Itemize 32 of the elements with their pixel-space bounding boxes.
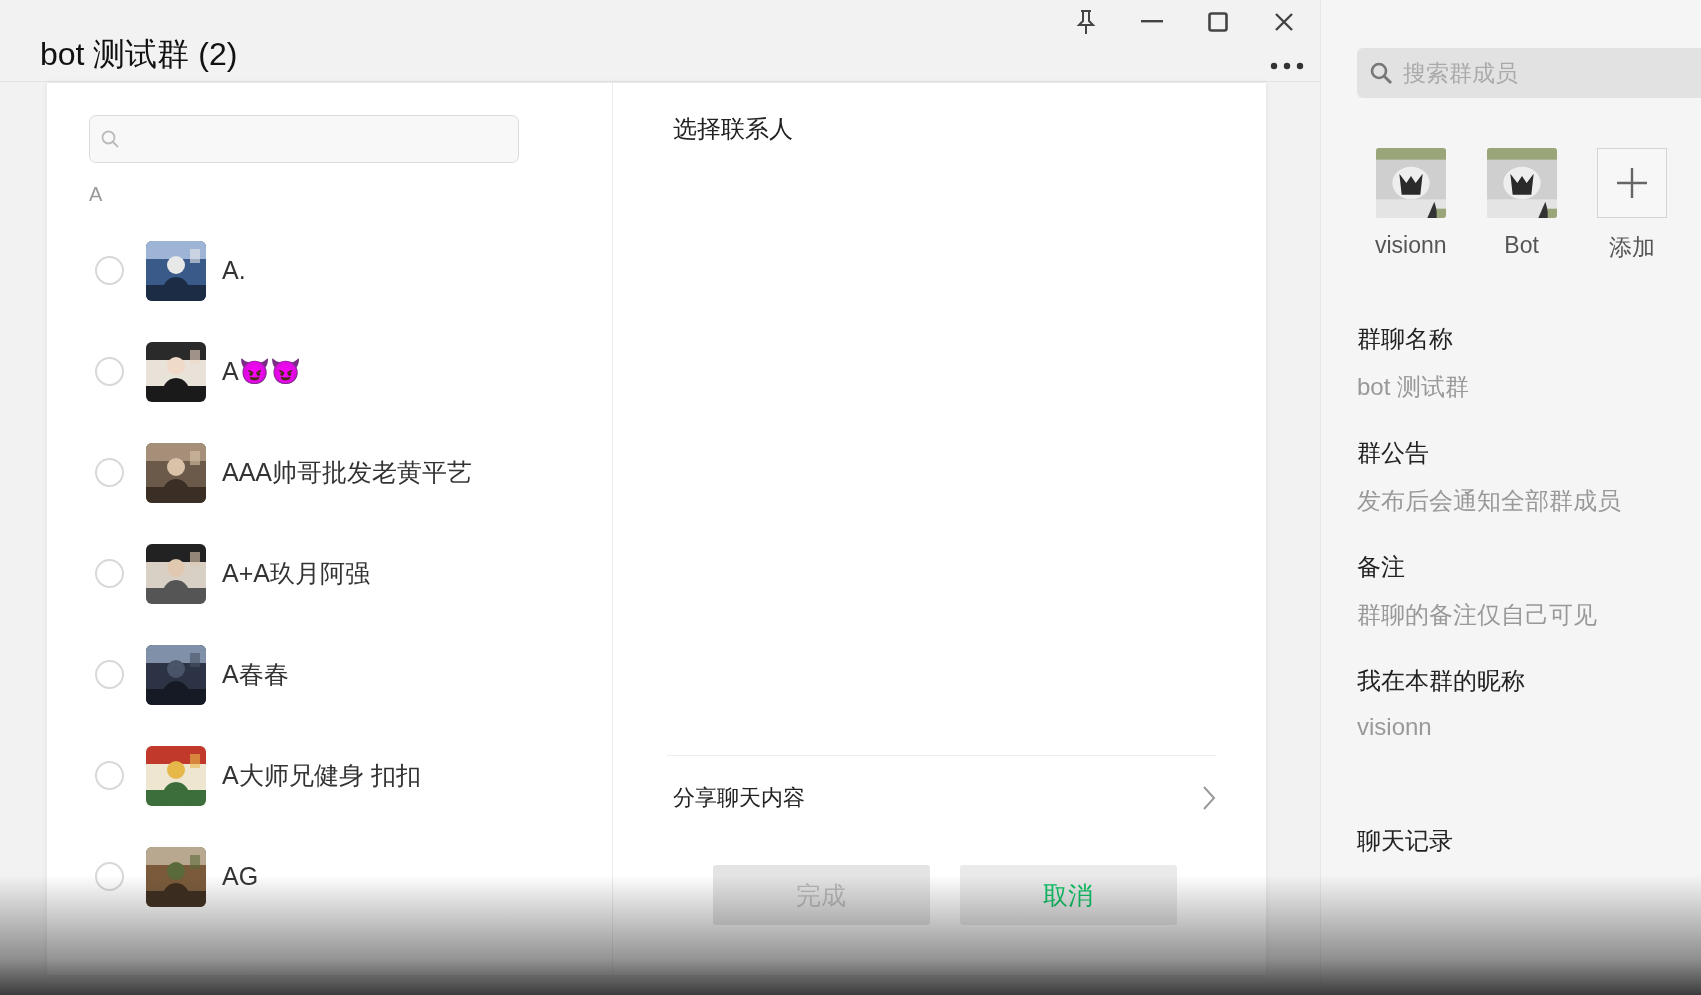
radio-button[interactable] (95, 862, 124, 891)
search-field[interactable] (89, 115, 519, 163)
chevron-right-icon (1202, 784, 1216, 811)
member-name: visionn (1375, 232, 1447, 259)
plus-icon (1614, 166, 1649, 200)
add-label: 添加 (1608, 233, 1655, 262)
member-name: Bot (1504, 232, 1539, 259)
field-label: 聊天记录 (1357, 826, 1454, 856)
contact-name[interactable]: AAA帅哥批发老黄平艺 (222, 456, 473, 489)
field-label: 群公告 (1357, 438, 1430, 468)
radio-button[interactable] (95, 458, 124, 487)
window-title: bot 测试群 (2) (40, 35, 238, 74)
radio-button[interactable] (95, 761, 124, 790)
contact-name[interactable]: A大师兄健身 扣扣 (222, 759, 421, 792)
search-field[interactable]: 搜索群成员 (1357, 48, 1701, 98)
radio-button[interactable] (95, 256, 124, 285)
more-icon[interactable] (1270, 62, 1304, 70)
panel-heading: 选择联系人 (673, 114, 794, 144)
contact-name[interactable]: A😈😈 (222, 357, 301, 386)
contact-name[interactable]: A+A玖月阿强 (222, 557, 370, 590)
share-chat-row[interactable]: 分享聊天内容 (667, 755, 1216, 839)
contact-name[interactable]: A. (222, 256, 246, 285)
field-label: 备注 (1357, 552, 1406, 582)
radio-button[interactable] (95, 357, 124, 386)
field-label: 我在本群的昵称 (1357, 666, 1526, 696)
section-letter: A (89, 183, 104, 206)
add-member-button[interactable] (1596, 148, 1667, 218)
field-label: 群聊名称 (1357, 324, 1454, 354)
contact-name[interactable]: A春春 (222, 658, 289, 691)
radio-button[interactable] (95, 559, 124, 588)
radio-button[interactable] (95, 660, 124, 689)
contact-name[interactable]: AG (222, 862, 259, 891)
